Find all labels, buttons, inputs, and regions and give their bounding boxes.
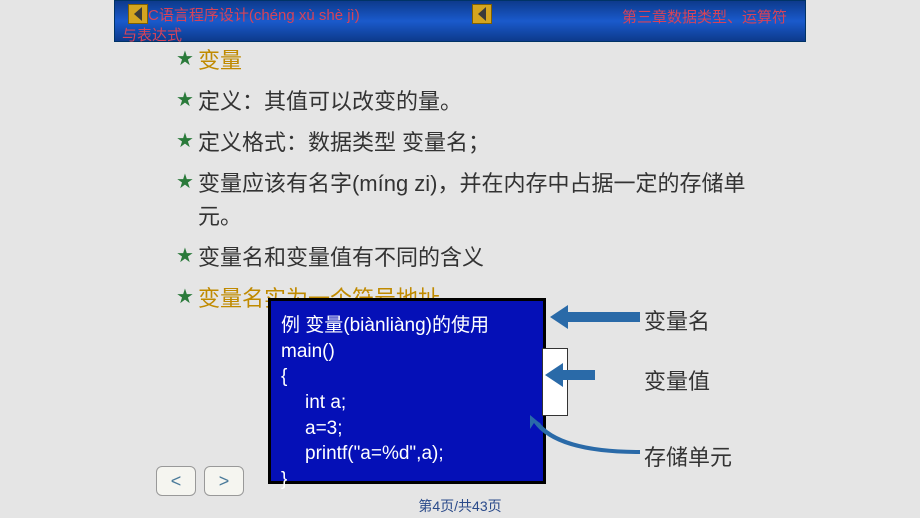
arrow-curve-icon [530,415,640,455]
nav-buttons: < > [156,466,244,496]
star-icon: ★ [176,44,194,74]
header-title-left-line2: 与表达式 [122,24,182,45]
star-icon: ★ [176,241,194,271]
code-line: a=3; [281,416,533,442]
annotation-label: 存储单元 [644,440,732,472]
annotation-label: 变量值 [644,364,710,396]
star-icon: ★ [176,282,194,312]
header-title-right: 第三章数据类型、运算符 [622,6,787,27]
content-area: ★ 变量 ★ 定义：其值可以改变的量。 ★ 定义格式：数据类型 变量名； ★ 变… [176,44,756,323]
first-page-icon[interactable] [128,4,148,24]
bullet-text: 变量应该有名字(míng zi)，并在内存中占据一定的存储单元。 [198,167,756,233]
prev-section-icon[interactable] [472,4,492,24]
prev-button[interactable]: < [156,466,196,496]
star-icon: ★ [176,126,194,156]
next-button[interactable]: > [204,466,244,496]
code-example-box: 例 变量(biànliàng)的使用 main() { int a; a=3; … [268,298,546,484]
arrow-icon [550,305,640,329]
code-line: { [281,364,533,390]
header-title-left: C语言程序设计(chéng xù shè jì) [148,4,360,25]
star-icon: ★ [176,85,194,115]
section-title: 变量 [198,44,756,77]
bullet-text: 定义格式：数据类型 变量名； [198,126,756,159]
bullet-text: 变量名和变量值有不同的含义 [198,241,756,274]
annotation-label: 变量名 [644,304,710,336]
code-line: } [281,467,533,493]
code-line: 例 变量(biànliàng)的使用 [281,313,533,339]
star-icon: ★ [176,167,194,197]
code-line: int a; [281,390,533,416]
arrow-icon [545,363,595,387]
page-indicator: 第4页/共43页 [0,496,920,516]
code-line: printf("a=%d",a); [281,441,533,467]
bullet-text: 定义：其值可以改变的量。 [198,85,756,118]
code-line: main() [281,339,533,365]
